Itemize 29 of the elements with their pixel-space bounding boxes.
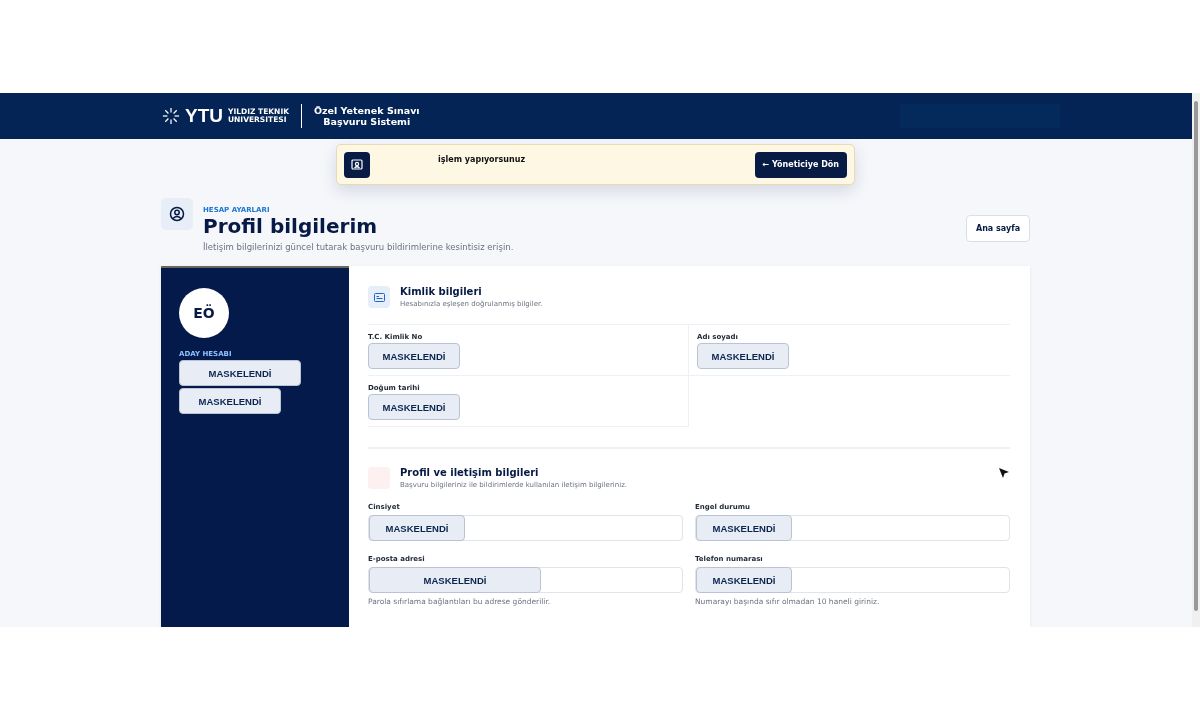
masked-value: MASKELENDİ (368, 394, 460, 420)
avatar-initials: EÖ (179, 288, 229, 338)
masked-value: MASKELENDİ (697, 343, 789, 369)
masked-label: MASKELENDİ (179, 360, 301, 386)
system-title: Özel Yetenek Sınavı (314, 105, 420, 116)
back-to-admin-button[interactable]: ← Yöneticiye Dön (754, 151, 847, 178)
masked-value: MASKELENDİ (696, 515, 792, 541)
notice-text: işlem yapıyorsunuz (438, 155, 526, 164)
masked-value: MASKELENDİ (369, 515, 465, 541)
scrollbar[interactable] (1192, 93, 1200, 627)
input-field[interactable]: MASKELENDİ (695, 515, 1010, 541)
page-subtitle: İletişim bilgilerinizi güncel tutarak başvuru bildirimlerine kesintisiz erişin. (203, 242, 514, 252)
masked-value: MASKELENDİ (369, 567, 541, 593)
masked-label: MASKELENDİ (179, 388, 281, 414)
system-title: Başvuru Sistemi (323, 116, 411, 127)
home-button[interactable]: Ana sayfa (966, 215, 1030, 242)
section-title: Profil ve iletişim bilgileri (400, 467, 540, 478)
page-title: Profil bilgilerim (203, 214, 379, 238)
section-title: Kimlik bilgileri (400, 286, 483, 297)
masked-value: MASKELENDİ (696, 567, 792, 593)
input-field[interactable]: MASKELENDİ (368, 567, 683, 593)
input-field[interactable]: MASKELENDİ (695, 567, 1010, 593)
input-field[interactable]: MASKELENDİ (368, 515, 683, 541)
logo-mark: YTU (185, 105, 223, 127)
pointer-cursor-icon (998, 467, 1010, 479)
user-card-icon (344, 151, 370, 178)
masked-value: MASKELENDİ (368, 343, 460, 369)
id-card-icon (368, 286, 390, 308)
star-logo-icon (162, 107, 180, 125)
